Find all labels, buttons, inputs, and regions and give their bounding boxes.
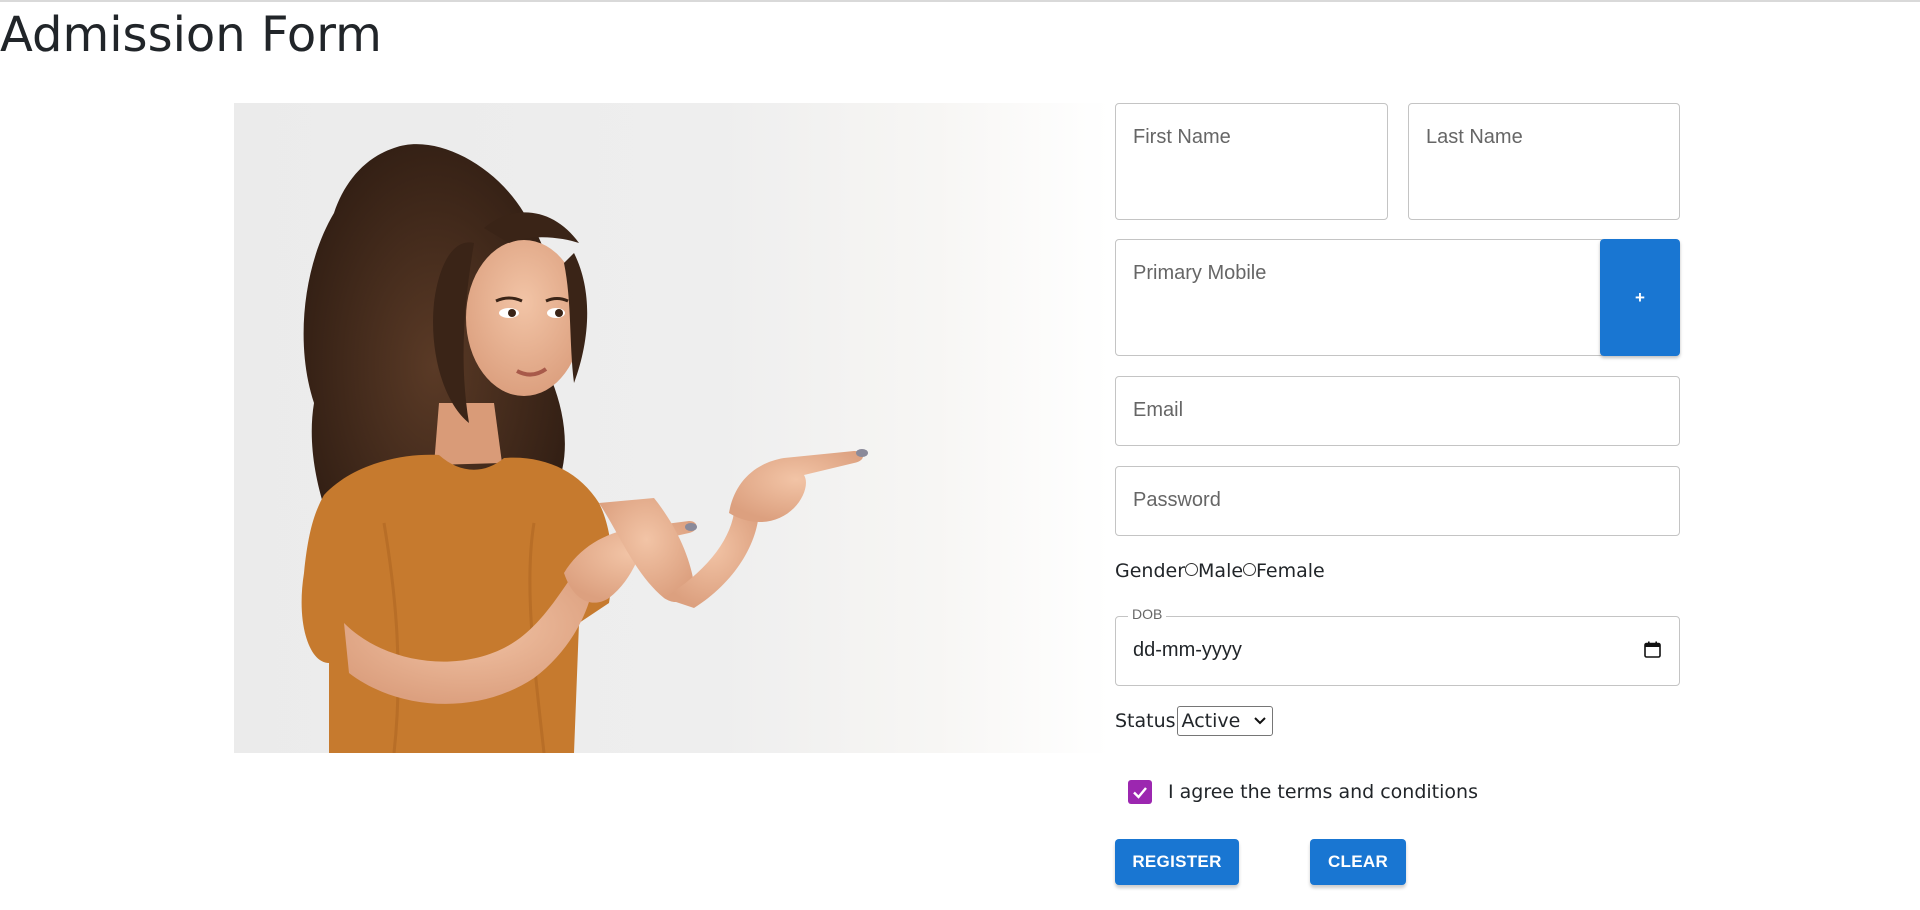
dob-field[interactable]: dd-mm-yyyy [1115, 616, 1680, 686]
gender-male-radio[interactable] [1185, 562, 1199, 576]
password-placeholder: Password [1133, 489, 1221, 511]
first-name-placeholder: First Name [1133, 126, 1231, 148]
primary-mobile-field[interactable]: Primary Mobile [1115, 239, 1605, 356]
dob-value: dd-mm-yyyy [1133, 639, 1242, 661]
chevron-down-icon [1253, 717, 1266, 725]
email-placeholder: Email [1133, 399, 1184, 421]
top-divider [0, 0, 1920, 2]
gender-male-label: Male [1198, 560, 1244, 582]
dob-label: DOB [1128, 606, 1167, 622]
primary-mobile-placeholder: Primary Mobile [1133, 262, 1267, 284]
terms-label: I agree the terms and conditions [1168, 781, 1478, 803]
last-name-field[interactable]: Last Name [1408, 103, 1680, 220]
clear-button[interactable]: CLEAR [1310, 839, 1406, 885]
register-button[interactable]: REGISTER [1115, 839, 1239, 885]
gender-label: Gender [1115, 560, 1186, 582]
status-group: Status Active [1115, 706, 1273, 736]
terms-row: I agree the terms and conditions [1128, 780, 1478, 804]
gender-group: Gender Male Female [1115, 560, 1325, 582]
checkmark-icon [1133, 787, 1147, 799]
gender-female-radio[interactable] [1243, 562, 1257, 576]
hero-image [234, 103, 1110, 753]
page-title: Admission Form [0, 7, 382, 63]
status-selected-value: Active [1181, 710, 1241, 732]
add-mobile-button[interactable]: + [1600, 239, 1680, 356]
status-label: Status [1115, 710, 1176, 732]
calendar-icon[interactable] [1644, 641, 1661, 658]
first-name-field[interactable]: First Name [1115, 103, 1388, 220]
terms-checkbox[interactable] [1128, 780, 1152, 804]
gender-female-label: Female [1256, 560, 1325, 582]
status-select[interactable]: Active [1176, 706, 1273, 736]
woman-pointing-illustration [301, 144, 868, 753]
email-field[interactable]: Email [1115, 376, 1680, 446]
last-name-placeholder: Last Name [1426, 126, 1523, 148]
password-field[interactable]: Password [1115, 466, 1680, 536]
